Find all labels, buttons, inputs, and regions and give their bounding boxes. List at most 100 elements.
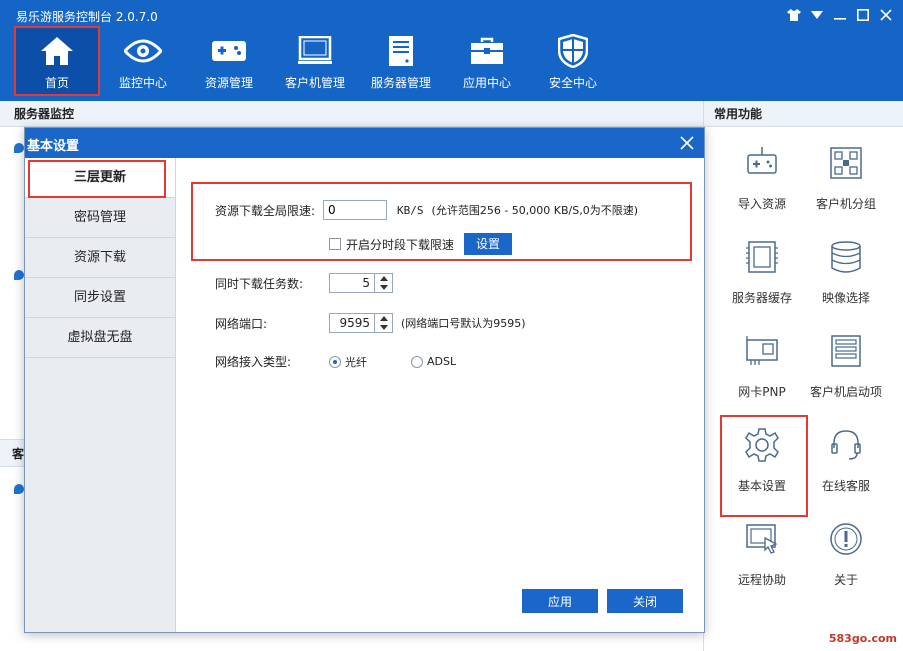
tab-tier3-update[interactable]: 三层更新 [25,158,175,198]
tasks-label: 同时下载任务数: [215,276,304,291]
location-pin-icon [14,270,24,280]
minimize-icon[interactable] [831,6,849,24]
skin-icon[interactable] [785,6,803,24]
func-online-support-label: 在线客服 [821,479,870,493]
apply-button[interactable]: 应用 [522,589,598,613]
access-fiber-option[interactable]: 光纤 [329,354,367,370]
function-grid: 导入资源 客户机分组 服务器缓存 映像选择 网卡PNP 客户机启动项 基本设置 … [720,141,890,611]
disk-stack-icon [828,239,864,275]
func-image-select[interactable]: 映像选择 [804,235,888,329]
func-nic-pnp-label: 网卡PNP [738,385,786,399]
nav-servers[interactable]: 服务器管理 [358,26,444,96]
server-icon [381,34,421,68]
access-type-row: 网络接入类型: 光纤 ADSL [215,353,500,370]
func-client-boot-label: 客户机启动项 [809,385,882,399]
remote-assist-icon [744,521,780,557]
close-icon[interactable] [877,6,895,24]
nav-home-label: 首页 [44,76,69,90]
nav-apps-label: 应用中心 [462,76,511,90]
client-group-icon [828,145,864,181]
maximize-icon[interactable] [854,6,872,24]
toolbox-icon [467,34,507,68]
speed-hint: (允许范围256 - 50,000 KB/S,0为不限速) [431,204,639,217]
func-import-resources-label: 导入资源 [737,197,786,211]
access-fiber-radio[interactable] [329,355,341,368]
app-title: 易乐游服务控制台 2.0.7.0 [16,10,158,24]
port-label: 网络端口: [215,316,268,331]
func-remote-assist-label: 远程协助 [737,573,786,587]
client-section-title: 客 [0,439,24,467]
boot-list-icon [828,333,864,369]
info-icon [828,521,864,557]
tasks-row: 同时下载任务数: 5 [215,273,393,293]
access-type-label: 网络接入类型: [215,355,292,369]
common-functions-title: 常用功能 [704,101,903,127]
dialog-titlebar: 基本设置 [25,128,704,158]
tab-sync-settings[interactable]: 同步设置 [25,278,175,318]
gamepad-icon [209,34,249,68]
close-button[interactable]: 关闭 [607,589,683,613]
func-about[interactable]: 关于 [804,517,888,611]
speed-unit: KB/S [397,203,424,217]
top-bar: 易乐游服务控制台 2.0.7.0 首页 监控中心 资源管理 客户机管理 服务器管… [0,0,903,101]
func-client-group[interactable]: 客户机分组 [804,141,888,235]
timed-limit-settings-button[interactable]: 设置 [464,233,513,255]
access-adsl-label: ADSL [427,355,457,368]
tab-resource-download[interactable]: 资源下载 [25,238,175,278]
nav-clients[interactable]: 客户机管理 [272,26,358,96]
nav-apps[interactable]: 应用中心 [444,26,530,96]
nav-security[interactable]: 安全中心 [530,26,616,96]
speed-limit-label: 资源下载全局限速: [215,203,316,218]
speed-limit-input[interactable] [323,200,388,220]
func-about-label: 关于 [833,573,858,587]
access-fiber-label: 光纤 [345,355,367,369]
location-pin-icon [14,143,24,153]
func-server-cache[interactable]: 服务器缓存 [720,235,804,329]
common-functions-panel: 常用功能 导入资源 客户机分组 服务器缓存 映像选择 网卡PNP 客户机启动项 … [703,101,903,651]
watermark: 583go.com [828,632,897,645]
func-nic-pnp[interactable]: 网卡PNP [720,329,804,423]
func-import-resources[interactable]: 导入资源 [720,141,804,235]
func-remote-assist[interactable]: 远程协助 [720,517,804,611]
timed-limit-checkbox[interactable] [329,238,341,250]
basic-settings-dialog: 基本设置 三层更新 密码管理 资源下载 同步设置 虚拟盘无盘 资源下载全局限速:… [24,127,705,633]
nav-home[interactable]: 首页 [14,26,100,96]
network-card-icon [744,333,780,369]
timed-limit-label: 开启分时段下载限速 [346,237,455,252]
memory-icon [744,239,780,275]
port-hint: (网络端口号默认为9595) [401,317,526,330]
stepper-down-icon[interactable] [375,283,392,292]
stepper-up-icon[interactable] [375,314,392,323]
func-basic-settings[interactable]: 基本设置 [720,415,808,517]
menu-dropdown-icon[interactable] [808,6,826,24]
access-adsl-option[interactable]: ADSL [411,355,456,368]
tasks-stepper[interactable]: 5 [329,273,393,293]
gear-icon [744,427,780,463]
dialog-content: 资源下载全局限速: KB/S (允许范围256 - 50,000 KB/S,0为… [177,158,704,632]
window-controls [785,6,895,24]
nav-servers-label: 服务器管理 [370,76,431,90]
nav-monitor-label: 监控中心 [118,76,167,90]
port-row: 网络端口: 9595 (网络端口号默认为9595) [215,313,526,333]
nav-resources[interactable]: 资源管理 [186,26,272,96]
nav-security-label: 安全中心 [548,76,597,90]
headset-icon [828,427,864,463]
port-stepper[interactable]: 9595 [329,313,393,333]
nav-resources-label: 资源管理 [204,76,253,90]
tasks-stepper-buttons [374,274,392,292]
stepper-down-icon[interactable] [375,323,392,332]
speed-limit-row: 资源下载全局限速: KB/S (允许范围256 - 50,000 KB/S,0为… [215,200,638,220]
dialog-close-icon[interactable] [676,132,698,154]
stepper-up-icon[interactable] [375,274,392,283]
func-client-boot[interactable]: 客户机启动项 [804,329,888,423]
monitor-icon [295,34,335,68]
func-server-cache-label: 服务器缓存 [731,291,792,305]
port-stepper-buttons [374,314,392,332]
eye-icon [123,34,163,68]
nav-monitor[interactable]: 监控中心 [100,26,186,96]
access-adsl-radio[interactable] [411,355,423,368]
tab-password-manage[interactable]: 密码管理 [25,198,175,238]
tab-virtual-disk[interactable]: 虚拟盘无盘 [25,318,175,358]
func-online-support[interactable]: 在线客服 [804,423,888,517]
dialog-sidebar: 三层更新 密码管理 资源下载 同步设置 虚拟盘无盘 [25,158,176,632]
